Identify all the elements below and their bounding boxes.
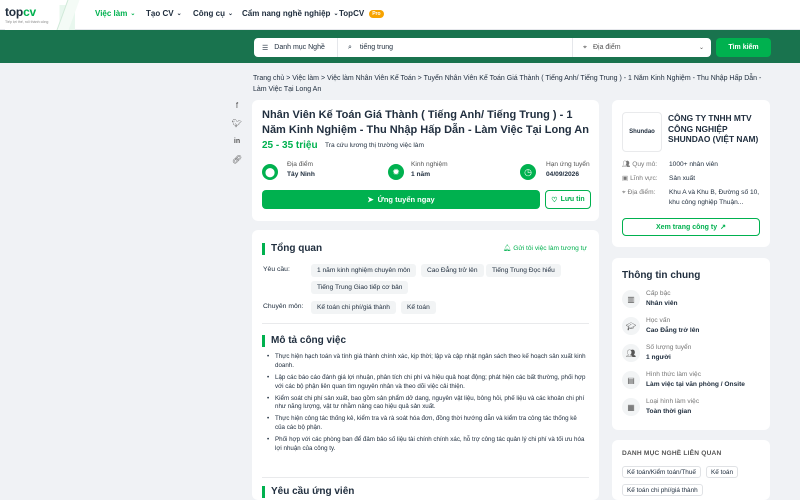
breadcrumb-home[interactable]: Trang chủ (253, 75, 284, 82)
send-icon: ➤ (367, 195, 374, 204)
chevron-down-icon: ⌄ (333, 11, 339, 17)
company-address: Khu A và Khu B, Đường số 10, khu công ng… (669, 189, 760, 206)
people-icon: 👥︎ (622, 344, 640, 362)
nav-cam-nang[interactable]: Cẩm nang nghề nghiệp ⌄ (242, 9, 338, 18)
education-icon: 🎓︎ (622, 317, 640, 335)
company-address-label: ⌖ Địa điểm: (622, 189, 656, 196)
related-tag[interactable]: Kế toán chi phí/giá thành (622, 484, 703, 496)
job-alert-link[interactable]: 🔔︎ Gửi tôi việc làm tương tự (503, 244, 587, 252)
company-field-label: ▣ Lĩnh vực: (622, 175, 658, 182)
job-location: Địa điểm Tây Ninh (287, 161, 315, 178)
requirement-tag[interactable]: 1 năm kinh nghiệm chuyên môn (311, 264, 417, 277)
breadcrumb-viec-lam[interactable]: Việc làm (292, 75, 319, 82)
list-item: Kiểm soát chi phí sản xuất, bao gồm sản … (266, 395, 588, 413)
chevron-down-icon: ⌄ (698, 45, 704, 51)
list-item: Phối hợp với các phòng ban để đảm bảo số… (266, 436, 588, 454)
related-tag[interactable]: Kế toán/Kiểm toán/Thuế (622, 466, 701, 478)
search-button[interactable]: Tìm kiếm (716, 38, 771, 57)
clock-icon: ◷ (520, 164, 536, 180)
requirement-tag[interactable]: Tiếng Trung Giao tiếp cơ bản (311, 281, 409, 294)
breadcrumb-category[interactable]: Việc làm Nhân Viên Kế Toán (327, 75, 416, 82)
location-pin-icon: ⬤ (262, 164, 278, 180)
general-value: Làm việc tại văn phòng / Onsite (646, 381, 745, 388)
general-label: Loại hình làm việc (646, 398, 700, 405)
pro-badge: Pro (369, 9, 384, 18)
top-navbar: topcv Tiếp lợi thế, nối thành công Việc … (0, 0, 800, 30)
job-deadline: Hạn ứng tuyển 04/09/2026 (546, 161, 590, 178)
general-label: Số lượng tuyển (646, 344, 692, 351)
field-icon: ▣ (622, 175, 629, 182)
general-value: Toàn thời gian (646, 408, 692, 415)
chevron-down-icon: ⌄ (176, 11, 182, 17)
view-company-button[interactable]: Xem trang công ty ↗ (622, 218, 760, 236)
specialty-tag[interactable]: Kế toán chi phí/giá thành (311, 301, 396, 314)
level-icon: ▥ (622, 290, 640, 308)
apply-button[interactable]: ➤ Ứng tuyển ngay (262, 190, 540, 209)
overview-title: Tổng quan (262, 243, 322, 255)
requirements-label: Yêu cầu: (263, 266, 290, 273)
specialty-tag[interactable]: Kế toán (401, 301, 436, 314)
search-icon: ⌕ (348, 43, 352, 51)
requirement-tag[interactable]: Tiếng Trung Đọc hiểu (486, 264, 561, 277)
general-info-title: Thông tin chung (622, 270, 701, 281)
general-label: Hình thức làm việc (646, 371, 701, 378)
candidate-requirements-title: Yêu cầu ứng viên (262, 486, 354, 498)
general-value: Cao Đẳng trở lên (646, 327, 700, 334)
general-label: Học vấn (646, 317, 671, 324)
location-select[interactable]: ⌖ Địa điểm ⌄ (572, 38, 711, 57)
description-list: Thực hiện hạch toán và tính giá thành ch… (266, 353, 588, 457)
requirement-tag[interactable]: Cao Đẳng trở lên (421, 264, 484, 277)
chevron-down-icon: ⌄ (228, 11, 234, 17)
location-pin-icon: ⌖ (583, 43, 587, 51)
briefcase-icon: ▦ (622, 398, 640, 416)
specialty-label: Chuyên môn: (263, 303, 304, 310)
link-icon[interactable]: 🔗︎ (230, 152, 244, 166)
company-size-label: 👥︎ Quy mô: (622, 161, 658, 168)
description-title: Mô tả công việc (262, 335, 346, 347)
nav-viec-lam[interactable]: Việc làm ⌄ (95, 9, 135, 18)
company-size: 1000+ nhân viên (669, 161, 718, 168)
twitter-icon[interactable]: 🐦︎ (230, 116, 244, 130)
list-item: Thực hiện hạch toán và tính giá thành ch… (266, 353, 588, 371)
nav-cong-cu[interactable]: Công cụ ⌄ (193, 9, 233, 18)
bell-icon: 🔔︎ (503, 245, 512, 252)
nav-tao-cv[interactable]: Tạo CV ⌄ (146, 9, 182, 18)
save-job-button[interactable]: ♡ Lưu tin (545, 190, 591, 209)
company-logo[interactable]: Shundao (622, 112, 662, 152)
job-experience: Kinh nghiệm 1 năm (411, 161, 448, 178)
list-icon: ☰ (262, 44, 269, 52)
divider (262, 323, 589, 324)
linkedin-icon[interactable]: in (230, 134, 244, 148)
general-label: Cấp bậc (646, 290, 671, 297)
chevron-down-icon: ⌄ (130, 11, 136, 17)
breadcrumb: Trang chủ > Việc làm > Việc làm Nhân Viê… (253, 75, 762, 93)
facebook-icon[interactable]: f (230, 98, 244, 112)
experience-icon: ✹ (388, 164, 404, 180)
category-select[interactable]: ☰ Danh mục Nghề (254, 38, 338, 57)
divider (262, 477, 589, 478)
external-link-icon: ↗ (720, 224, 726, 231)
office-icon: ▤ (622, 371, 640, 389)
people-icon: 👥︎ (622, 161, 631, 168)
salary: 25 - 35 triệu (262, 140, 318, 151)
heart-icon: ♡ (551, 196, 558, 204)
list-item: Thực hiện công tác thống kê, kiểm tra và… (266, 415, 588, 433)
list-item: Lập các báo cáo đánh giá lợi nhuận, phân… (266, 374, 588, 392)
search-input[interactable]: ⌕ tiếng trung (338, 38, 572, 57)
salary-lookup-link[interactable]: Tra cứu lương thị trường việc làm (325, 142, 424, 149)
company-name[interactable]: CÔNG TY TNHH MTV CÔNG NGHIỆP SHUNDAO (VI… (668, 113, 768, 145)
general-value: 1 người (646, 354, 671, 361)
job-title: Nhân Viên Kế Toán Giá Thành ( Tiếng Anh/… (262, 109, 589, 136)
nav-topcv-pro[interactable]: TopCV Pro (339, 9, 384, 18)
company-field: Sản xuất (669, 175, 696, 182)
related-tag[interactable]: Kế toán (706, 466, 739, 478)
location-pin-icon: ⌖ (622, 189, 626, 196)
related-categories-title: DANH MỤC NGHỀ LIÊN QUAN (622, 450, 722, 457)
general-value: Nhân viên (646, 300, 678, 307)
search-bar: ☰ Danh mục Nghề ⌕ tiếng trung ⌖ Địa điểm ⌄ T… (0, 30, 800, 63)
